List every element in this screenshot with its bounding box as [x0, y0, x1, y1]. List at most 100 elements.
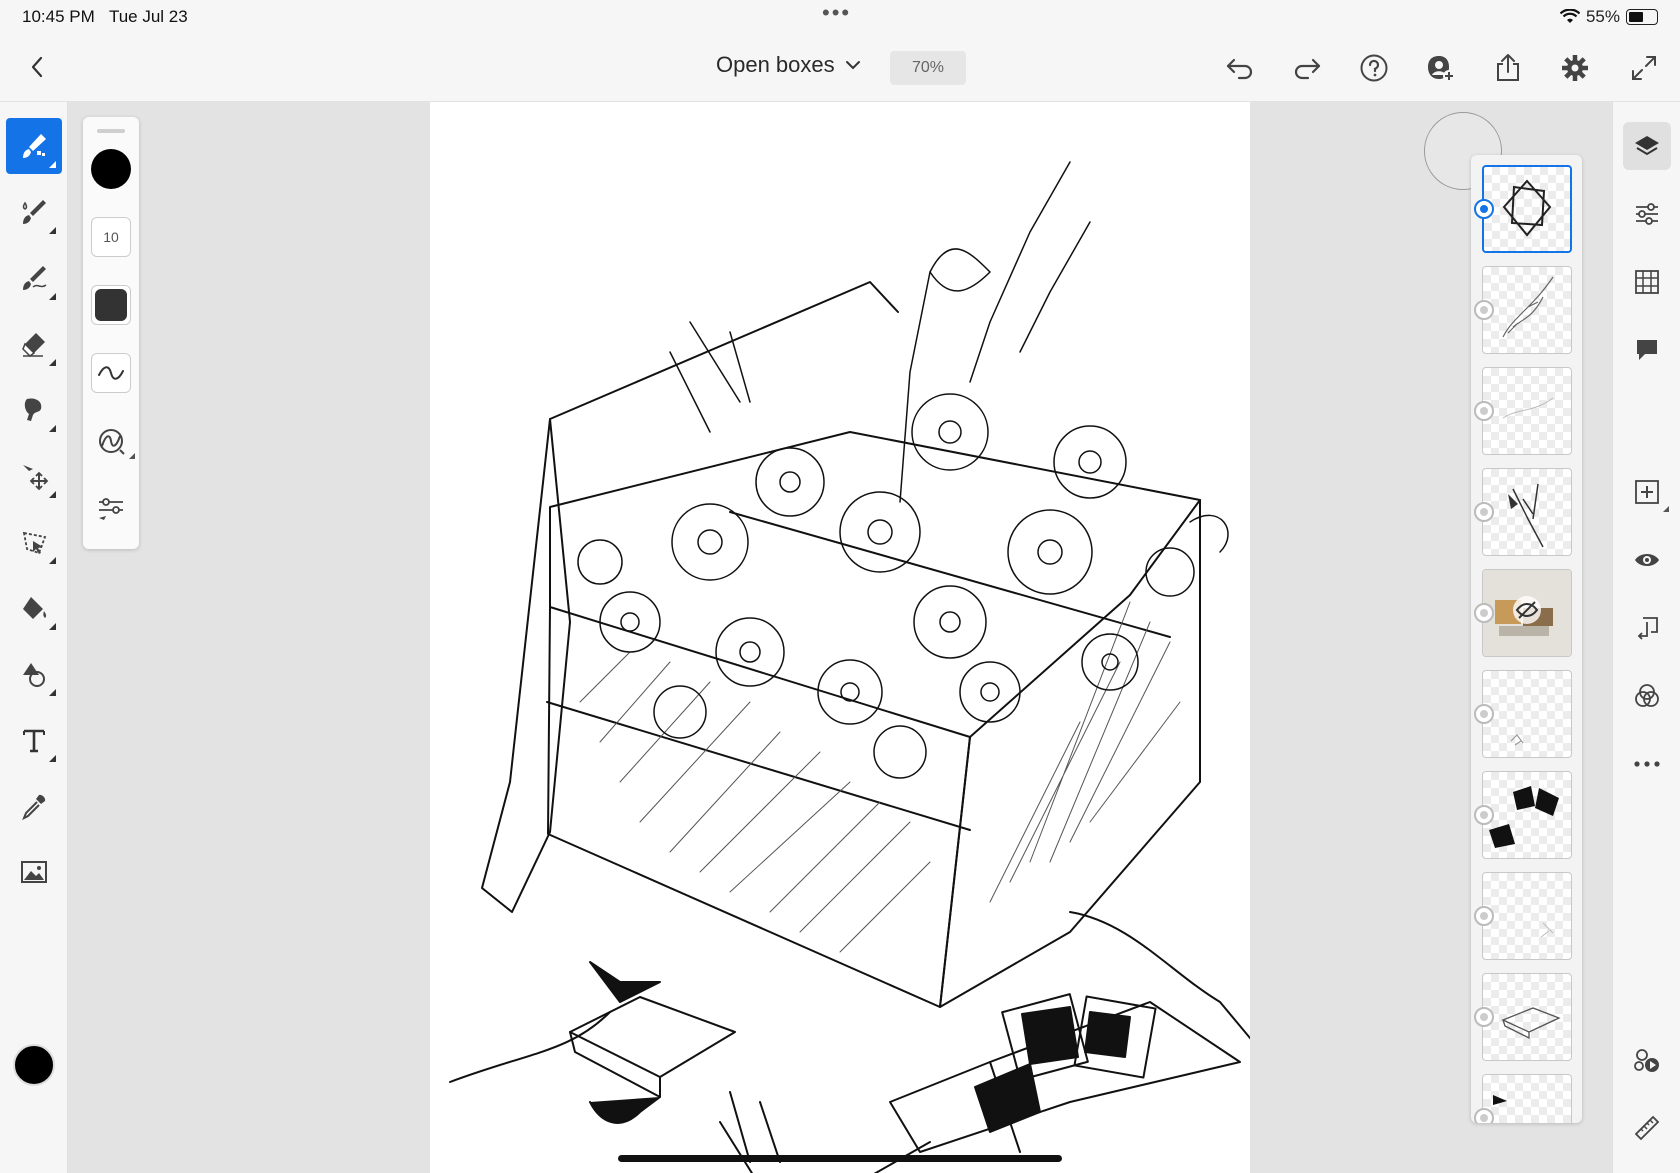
- battery-percent: 55%: [1586, 7, 1620, 27]
- fullscreen-button[interactable]: [1626, 50, 1662, 86]
- ruler-button[interactable]: [1623, 1104, 1671, 1152]
- layer-select-radio[interactable]: [1474, 199, 1494, 219]
- add-layer-button[interactable]: [1623, 468, 1671, 516]
- layer-thumb-art: [1484, 167, 1570, 251]
- place-image-tool[interactable]: [6, 844, 62, 900]
- ruler-icon: [1633, 1114, 1661, 1142]
- brush-options-panel: 10: [83, 117, 139, 549]
- redo-icon: [1292, 56, 1322, 80]
- timelapse-icon: [1633, 1046, 1661, 1074]
- layer-visibility-button[interactable]: [1623, 536, 1671, 584]
- layer-thumbnail[interactable]: [1482, 569, 1572, 657]
- zoom-level[interactable]: 70%: [890, 51, 966, 85]
- layer-thumb-art: [1483, 873, 1571, 959]
- layer-select-radio[interactable]: [1474, 300, 1494, 320]
- layers-toggle-button[interactable]: [1623, 122, 1671, 170]
- share-icon: [1494, 53, 1522, 83]
- layer-select-radio[interactable]: [1474, 704, 1494, 724]
- live-brush-tool[interactable]: [6, 184, 62, 240]
- app-bar: Open boxes 70%: [0, 34, 1680, 102]
- back-button[interactable]: [22, 52, 52, 82]
- paint-bucket-icon: [19, 593, 49, 623]
- comments-button[interactable]: [1623, 326, 1671, 374]
- layer-thumbnail[interactable]: [1482, 670, 1572, 758]
- grid-button[interactable]: [1623, 258, 1671, 306]
- layer-select-radio[interactable]: [1474, 1108, 1494, 1123]
- text-icon: [19, 725, 49, 755]
- layer-type-image-icon[interactable]: [1474, 603, 1494, 623]
- layer-thumbnail[interactable]: [1482, 872, 1572, 960]
- brush-settings-icon: [96, 496, 126, 522]
- layer-thumbnail[interactable]: [1482, 771, 1572, 859]
- layer-select-radio[interactable]: [1474, 1007, 1494, 1027]
- add-layer-icon: [1633, 478, 1661, 506]
- ink-sketch-artwork: [430, 102, 1250, 1173]
- multitasking-dots[interactable]: •••: [822, 6, 851, 20]
- settings-icon: [1560, 53, 1590, 83]
- undo-button[interactable]: [1222, 50, 1258, 86]
- brush-pressure-button[interactable]: [91, 421, 131, 461]
- share-button[interactable]: [1490, 50, 1526, 86]
- layer-select-radio[interactable]: [1474, 906, 1494, 926]
- merge-icon: [1633, 614, 1661, 642]
- pixel-brush-tool[interactable]: [6, 118, 62, 174]
- status-bar: 10:45 PM Tue Jul 23 ••• 55%: [0, 0, 1680, 34]
- layer-thumb-art: [1483, 469, 1571, 555]
- back-icon: [30, 56, 44, 78]
- status-time: 10:45 PM Tue Jul 23: [22, 7, 188, 27]
- layer-thumbnail[interactable]: [1482, 468, 1572, 556]
- lasso-icon: [19, 527, 49, 557]
- image-icon: [19, 857, 49, 887]
- layer-thumbnail[interactable]: [1482, 266, 1572, 354]
- layer-thumbnail[interactable]: [1482, 973, 1572, 1061]
- layer-thumb-art: [1483, 772, 1571, 858]
- home-indicator[interactable]: [618, 1155, 1062, 1162]
- eraser-icon: [19, 329, 49, 359]
- document-title-button[interactable]: Open boxes: [716, 52, 861, 78]
- invite-button[interactable]: [1423, 50, 1459, 86]
- brush-color-button[interactable]: [91, 149, 131, 189]
- redo-button[interactable]: [1289, 50, 1325, 86]
- smudge-tool[interactable]: [6, 382, 62, 438]
- shape-tool[interactable]: [6, 646, 62, 702]
- fill-tool[interactable]: [6, 580, 62, 636]
- selection-tool[interactable]: [6, 514, 62, 570]
- layer-thumbnail[interactable]: [1482, 165, 1572, 253]
- settings-button[interactable]: [1557, 50, 1593, 86]
- chevron-down-icon: [845, 60, 861, 70]
- timelapse-button[interactable]: [1623, 1036, 1671, 1084]
- eyedropper-icon: [19, 791, 49, 821]
- layer-select-radio[interactable]: [1474, 502, 1494, 522]
- layer-select-radio[interactable]: [1474, 401, 1494, 421]
- eraser-tool[interactable]: [6, 316, 62, 372]
- invite-icon: [1425, 53, 1457, 83]
- sliders-icon: [1633, 200, 1661, 228]
- brush-size-button[interactable]: 10: [91, 217, 131, 257]
- layer-thumbnail[interactable]: [1482, 1074, 1572, 1123]
- blend-icon: [1633, 682, 1661, 710]
- eyedropper-tool[interactable]: [6, 778, 62, 834]
- transform-tool[interactable]: [6, 448, 62, 504]
- drawing-canvas[interactable]: [430, 102, 1250, 1173]
- brush-preview-swatch[interactable]: [91, 285, 131, 325]
- brush-settings-button[interactable]: [91, 489, 131, 529]
- brush-smoothing-button[interactable]: [91, 353, 131, 393]
- merge-down-button[interactable]: [1623, 604, 1671, 652]
- comment-icon: [1633, 336, 1661, 364]
- vector-brush-tool[interactable]: [6, 250, 62, 306]
- blend-mode-button[interactable]: [1623, 672, 1671, 720]
- help-button[interactable]: [1356, 50, 1392, 86]
- pressure-icon: [96, 426, 126, 456]
- more-options-button[interactable]: [1623, 740, 1671, 788]
- layer-select-radio[interactable]: [1474, 805, 1494, 825]
- grid-icon: [1633, 268, 1661, 296]
- panel-grip[interactable]: [97, 129, 125, 133]
- layer-thumb-art: [1483, 1075, 1571, 1123]
- layer-thumbnail[interactable]: [1482, 367, 1572, 455]
- battery-icon: [1626, 9, 1658, 25]
- live-brush-icon: [19, 197, 49, 227]
- current-color-swatch[interactable]: [13, 1044, 55, 1086]
- layer-properties-button[interactable]: [1623, 190, 1671, 238]
- text-tool[interactable]: [6, 712, 62, 768]
- help-icon: [1359, 53, 1389, 83]
